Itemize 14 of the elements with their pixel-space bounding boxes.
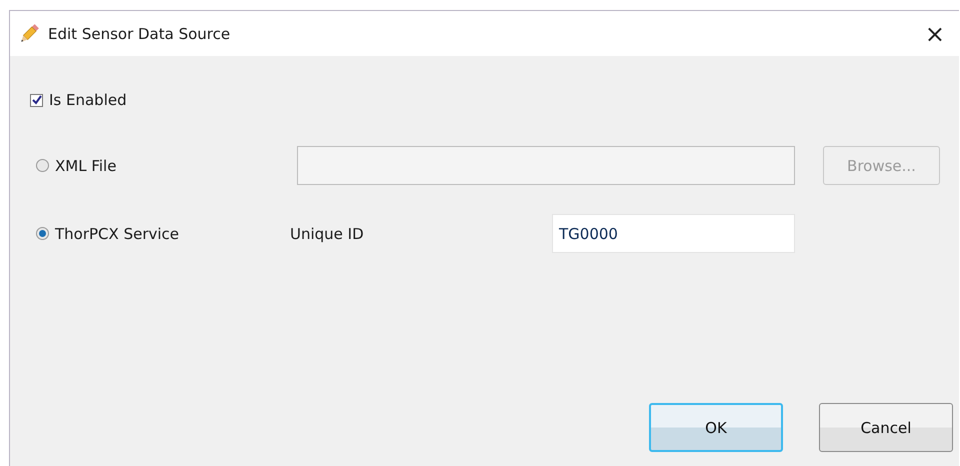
file-path-field[interactable] bbox=[297, 146, 795, 185]
ok-button[interactable]: OK bbox=[649, 403, 783, 452]
checkbox-label: Is Enabled bbox=[49, 91, 127, 109]
cancel-button[interactable]: Cancel bbox=[819, 403, 953, 452]
radio-button[interactable] bbox=[36, 159, 49, 172]
radio-label: XML File bbox=[55, 156, 116, 174]
enabled-checkbox[interactable] bbox=[30, 94, 43, 106]
unique-id-field[interactable]: TG0000 bbox=[552, 214, 795, 253]
close-button[interactable]: × bbox=[920, 22, 949, 46]
pencil-icon bbox=[18, 22, 40, 44]
radio-label: ThorPCX Service bbox=[55, 224, 180, 242]
radio-button[interactable] bbox=[36, 227, 49, 240]
window-title: Edit Sensor Data Source bbox=[48, 24, 232, 42]
field-label: Unique ID bbox=[290, 224, 365, 242]
